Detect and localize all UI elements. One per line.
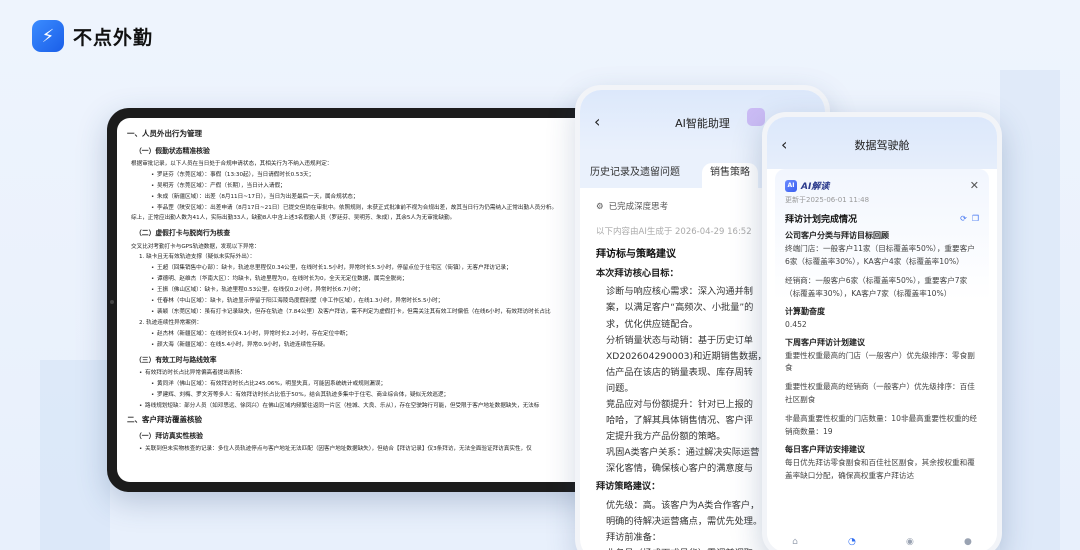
report-heading: （三）有效工时与路线效率 <box>135 355 217 364</box>
paragraph: 每日优先拜访零食副食和百佳社区副食，其余按权重和覆盖率缺口分配，确保高权重客户拜… <box>785 457 975 480</box>
report-line: 吴明芳（东莞区域）：产假（长期），当日计入请假； <box>151 181 597 192</box>
subheading: 公司客户分类与拜访目标回顾 <box>785 231 889 240</box>
page-title: 数据驾驶舱 <box>854 139 910 152</box>
report-heading: 二、客户拜访覆盖核验 <box>127 414 202 424</box>
report-line: 王超（回集销售中心部）：缺卡，轨迹总里程仅0.34公里，在线时长1.5小时，异常… <box>151 263 597 274</box>
report-heading: （一）拜访真实性核验 <box>135 432 203 441</box>
paragraph: 重要性权重最高的经销商（一般客户）优先级排序：百佳社区副食 <box>785 382 975 405</box>
report-line: 黄同洋（佛山区域）：有效拜访时长占比245.06%，明显失真，可能因系统统计或规… <box>151 379 597 390</box>
paragraph: 经销商：一般客户6家（标覆盖率50%），重要客户7家（标覆盖率30%），KA客户… <box>785 275 968 298</box>
ai-label-text: AI解读 <box>801 182 830 192</box>
background-shape <box>1000 70 1060 550</box>
brand-name: 不点外勤 <box>73 26 154 49</box>
report-line: 裴颖（东莞区域）：虽有打卡记录缺失，但存在轨迹（7.84公里）及客户拜访，需不判… <box>151 307 597 318</box>
home-icon[interactable]: ⌂ <box>792 537 798 547</box>
report-line: 2. 轨迹连续性异常案例： <box>139 319 203 326</box>
report-line: 赵杰林（新疆区域）：在线时长仅4.1小时，异常时长2.2小时，存在定位中断； <box>151 329 597 340</box>
chart-icon[interactable]: ◔ <box>848 537 856 547</box>
updated-time: 更新于2025-06-01 11:48 <box>785 196 870 204</box>
phone-data-cockpit: ‹ 数据驾驶舱 AI AI解读 ✕ 更新于2025-06-01 11:48 拜访… <box>762 112 1002 550</box>
report-line: 李品罡（陕安区域）：出差申请（8月17日~21日）已提交但尚在审批中。依照规则，… <box>151 203 597 214</box>
metric-value: 0.452 <box>785 319 807 329</box>
chat-icon[interactable]: ◉ <box>906 537 914 547</box>
refresh-icon[interactable]: ⟳ <box>960 214 967 223</box>
report-line: 有效拜访时长占比异常偏高者提出表扬： <box>139 368 597 379</box>
report-line: 罗廷芬（东莞区域）：事假（13:30起），当日请假时长0.53天； <box>151 170 597 181</box>
tab-sales-strategy[interactable]: 销售策略 <box>702 163 758 188</box>
tablet-device: 一、人员外出行为管理 （一）假勤状态精准核验根据审批记录，以下人员在当日处于合规申… <box>107 108 607 492</box>
close-icon[interactable]: ✕ <box>970 179 979 192</box>
copy-icon[interactable]: ❐ <box>972 214 979 223</box>
section-title: 拜访计划完成情况 <box>785 215 858 225</box>
subheading: 计算勤奋度 <box>785 306 825 316</box>
robot-icon <box>747 108 765 126</box>
report-line: 任春林（中山区域）：缺卡，轨迹显示停留于阳江海陵岛度假别墅（非工作区域），在线1… <box>151 296 597 307</box>
report-heading: （一）假勤状态精准核验 <box>135 146 210 155</box>
deep-think-label: 已完成深度思考 <box>608 202 669 212</box>
report-line: 关联到但未实物核查的记录：多位人员轨迹停点与客户地址无法匹配（因客户地址数据缺失… <box>139 444 597 455</box>
lightbulb-icon: ⚙ <box>596 202 604 212</box>
report-heading: （二）虚假打卡与脱岗行为核查 <box>135 229 231 238</box>
report-line: 王振（佛山区域）：缺卡，轨迹里程0.53公里，在线仅0.2小时，异常时长6.7小… <box>151 285 597 296</box>
paragraph: 非最高重要性权重的门店数量：10非最高重要性权重的经销商数量：19 <box>785 414 977 437</box>
report-heading: 一、人员外出行为管理 <box>127 129 202 138</box>
tablet-report: 一、人员外出行为管理 （一）假勤状态精准核验根据审批记录，以下人员在当日处于合规申… <box>117 118 607 482</box>
ai-icon: AI <box>785 179 797 192</box>
ai-insight-card: AI AI解读 ✕ 更新于2025-06-01 11:48 拜访计划完成情况 ⟳… <box>775 169 989 499</box>
camera-icon <box>110 300 114 304</box>
report-line: 朱成（新疆区域）：出差（8月11日~17日），当日为出差最后一天，属合规状态； <box>151 192 597 203</box>
report-line: 颜大海（新疆区域）：在线5.4小时，异常0.9小时，轨迹连续性存疑。 <box>151 340 597 351</box>
phone-header: ‹ 数据驾驶舱 <box>767 117 997 169</box>
brand-logo-icon: ⚡ <box>32 20 64 52</box>
report-line: 罗建辉、刘梅、罗文芳等多人：有效拜访时长占比低于50%，结合其轨迹多集中于住宅、… <box>151 390 597 401</box>
tab-history[interactable]: 历史记录及遗留问题 <box>590 163 680 188</box>
subheading: 每日客户拜访安排建议 <box>785 444 865 454</box>
report-line: 根据审批记录，以下人员在当日处于合规申请状态，其相关行为不纳入违规判定： <box>131 160 333 167</box>
report-line: 交叉比对考勤打卡与GPS轨迹数据，发现以下异常： <box>131 243 260 250</box>
user-icon[interactable]: ● <box>964 537 972 547</box>
paragraph: 重要性权重最高的门店（一般客户）优先级排序：零食副食 <box>785 350 975 373</box>
bottom-nav: ⌂ ◔ ◉ ● <box>767 532 997 550</box>
report-line: 1. 缺卡且无有效轨迹支撑（疑似未实际外出）： <box>139 254 256 261</box>
brand: ⚡ 不点外勤 <box>32 20 153 52</box>
background-shape <box>40 360 110 550</box>
ai-label: AI AI解读 <box>785 179 829 192</box>
subheading: 下周客户拜访计划建议 <box>785 337 865 347</box>
report-line: 谭德明、赵维杰（华南大区）：均缺卡，轨迹里程为0，在线时长为0，全天无定位数据，… <box>151 274 597 285</box>
report-line: 综上，正常应出勤人数为41人，实际出勤33人，缺勤8人中含上述3名假勤人员（罗廷… <box>131 215 456 222</box>
report-line: 路线规划短缺：部分人员（如邓思远、徐凤兴）在佛山区域内频繁往返同一片区（桂城、大… <box>139 401 597 412</box>
paragraph: 终端门店：一般客户11家（目标覆盖率50%），重要客户6家（标覆盖率30%），K… <box>785 244 975 266</box>
